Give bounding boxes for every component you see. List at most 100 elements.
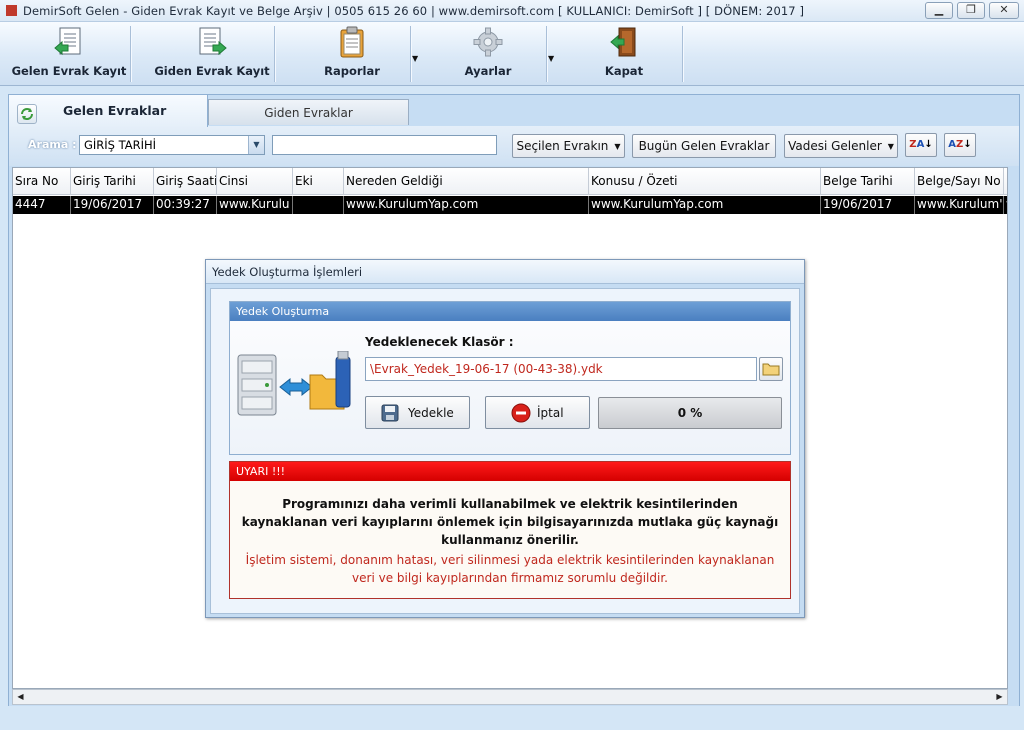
search-field-value: GİRİŞ TARİHİ [84,138,157,152]
cell-giris-tarihi: 19/06/2017 [71,196,154,214]
cell-belge-sayi-no: www.Kurulum' [915,196,1004,214]
gear-icon [473,27,503,57]
raporlar-button[interactable]: Raporlar [296,22,408,85]
cell-sira-no: 4447 [13,196,71,214]
cell-nereden-geldigi: www.KurulumYap.com [344,196,589,214]
warning-text-ups: Programınızı daha verimli kullanabilmek … [241,497,779,547]
folder-icon [762,363,780,376]
chevron-down-icon: ▼ [614,142,621,151]
save-disk-icon [381,404,399,422]
toolbar-separator [274,26,275,82]
cell-giris-saati: 00:39:27 [154,196,217,214]
tab-giden-evraklar-label: Giden Evraklar [264,106,353,120]
maximize-button[interactable]: ❐ [957,2,985,19]
main-toolbar: Gelen Evrak Kayıt Giden Evrak Kayıt Rapo… [0,22,1024,86]
column-header[interactable]: Cinsi [217,168,293,195]
search-input[interactable] [272,135,497,155]
cell-overflow: w [1004,196,1007,214]
column-header[interactable]: N [1004,168,1007,195]
backup-path-input[interactable]: \Evrak_Yedek_19-06-17 (00-43-38).ydk [365,357,757,381]
stop-icon [511,403,531,423]
kapat-label: Kapat [604,64,644,78]
column-header[interactable]: Belge/Sayı No [915,168,1004,195]
column-header[interactable]: Belge Tarihi [821,168,915,195]
search-field-combo[interactable]: GİRİŞ TARİHİ ▼ [79,135,265,155]
yedek-dialog: Yedek Oluşturma İşlemleri Yedek Oluşturm… [205,259,805,618]
bugun-gelen-evraklar-button[interactable]: Bugün Gelen Evraklar [632,134,776,158]
column-header[interactable]: Giriş Saati [154,168,217,195]
window-title-text: DemirSoft Gelen - Giden Evrak Kayıt ve B… [23,4,805,18]
clipboard-icon [340,26,364,58]
group-body: Yedeklenecek Klasör : \Evrak_Yedek_19-06… [230,321,790,454]
iptal-label: İptal [537,406,564,420]
warning-text-liability: İşletim sistemi, donanım hatası, veri si… [245,553,775,585]
browse-button[interactable] [759,357,783,381]
yedekle-label: Yedekle [408,406,454,420]
tab-giden-evraklar[interactable]: Giden Evraklar [208,99,409,125]
column-header[interactable]: Sıra No [13,168,71,195]
folder-label: Yedeklenecek Klasör : [365,335,514,349]
document-out-icon [199,27,227,56]
sort-ascending-icon-top: A [948,139,957,150]
yedek-olusturma-group: Yedek Oluşturma Yedeklenecek Klasör : \E… [229,301,791,455]
backup-progress-bar: 0 % [598,397,782,429]
secilen-evrakin-label: Seçilen Evrakın [516,139,609,153]
gelen-evrak-kayit-label: Gelen Evrak Kayıt [11,64,127,78]
secilen-evrakin-button[interactable]: Seçilen Evrakın ▼ [512,134,625,158]
close-button[interactable]: ✕ [989,2,1019,19]
chevron-down-icon[interactable]: ▼ [248,136,264,154]
raporlar-dropdown-arrow[interactable]: ▼ [412,54,418,63]
document-in-icon [54,27,81,56]
column-header[interactable]: Nereden Geldiği [344,168,589,195]
progress-text: 0 % [677,406,703,420]
yedekle-button[interactable]: Yedekle [365,396,470,429]
gelen-evrak-kayit-button[interactable]: Gelen Evrak Kayıt [8,22,130,85]
toolbar-separator [682,26,683,82]
arama-label: Arama : [28,138,77,151]
sort-descending-icon-top: Z [909,139,917,150]
window-title: DemirSoft Gelen - Giden Evrak Kayıt ve B… [6,4,804,18]
cell-cinsi: www.Kurulu [217,196,293,214]
tab-gelen-evraklar[interactable]: Gelen Evraklar [8,94,208,127]
giden-evrak-kayit-label: Giden Evrak Kayıt [154,64,270,78]
sort-descending-button[interactable]: ZA↓ [905,133,937,157]
cell-eki [293,196,344,214]
cell-belge-tarihi: 19/06/2017 [821,196,915,214]
exit-door-icon [610,27,636,57]
chevron-down-icon: ▼ [887,142,894,151]
column-header[interactable]: Konusu / Özeti [589,168,821,195]
horizontal-scrollbar[interactable]: ◀ ▶ [12,689,1008,705]
ayarlar-label: Ayarlar [464,64,512,78]
ayarlar-dropdown-arrow[interactable]: ▼ [548,54,554,63]
raporlar-label: Raporlar [324,64,380,78]
dialog-title: Yedek Oluşturma İşlemleri [212,265,363,279]
grid-header: Sıra No Giriş Tarihi Giriş Saati Cinsi E… [13,168,1007,195]
column-header[interactable]: Giriş Tarihi [71,168,154,195]
sort-descending-icon-bottom: A [916,139,925,150]
column-header[interactable]: Eki [293,168,344,195]
status-strip [0,706,1024,730]
scroll-left-arrow[interactable]: ◀ [13,690,28,704]
warning-header: UYARI !!! [230,462,790,481]
toolbar-separator [130,26,131,82]
scroll-right-arrow[interactable]: ▶ [992,690,1007,704]
kapat-button[interactable]: Kapat [568,22,680,85]
table-row[interactable]: 4447 19/06/2017 00:39:27 www.Kurulu www.… [13,196,1007,214]
tab-gelen-evraklar-label: Gelen Evraklar [63,103,167,118]
sort-ascending-button[interactable]: AZ↓ [944,133,976,157]
app-icon [6,5,17,16]
giden-evrak-kayit-button[interactable]: Giden Evrak Kayıt [150,22,274,85]
minimize-button[interactable]: ▁ [925,2,953,19]
sort-ascending-icon-bottom: Z [956,139,964,150]
iptal-button[interactable]: İptal [485,396,590,429]
backup-path-value: \Evrak_Yedek_19-06-17 (00-43-38).ydk [370,362,603,376]
warning-panel: UYARI !!! Programınızı daha verimli kull… [229,461,791,599]
vadesi-gelenler-button[interactable]: Vadesi Gelenler ▼ [784,134,898,158]
title-bar: DemirSoft Gelen - Giden Evrak Kayıt ve B… [0,0,1024,22]
group-title: Yedek Oluşturma [236,305,330,318]
toolbar-separator [410,26,411,82]
group-header: Yedek Oluşturma [230,302,790,321]
ayarlar-button[interactable]: Ayarlar [432,22,544,85]
server-usb-backup-icon [237,351,351,416]
cell-konusu-ozeti: www.KurulumYap.com [589,196,821,214]
